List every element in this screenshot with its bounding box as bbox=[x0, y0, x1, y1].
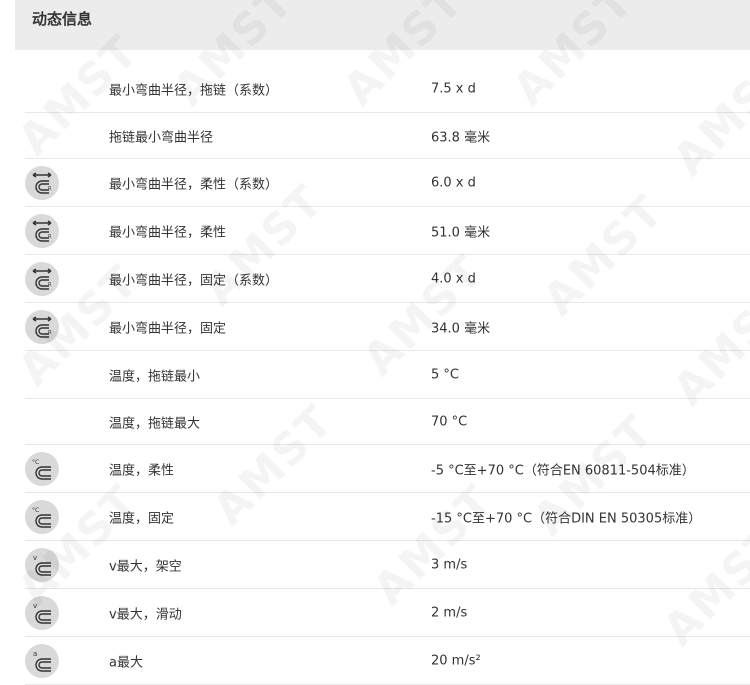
svg-text:°C: °C bbox=[32, 507, 39, 514]
table-row: 拖链最小弯曲半径 63.8 毫米 bbox=[25, 113, 750, 159]
svg-text:v: v bbox=[33, 554, 37, 562]
velocity-cable-icon: v bbox=[25, 595, 59, 630]
svg-text:v: v bbox=[33, 602, 37, 610]
row-label: 最小弯曲半径，柔性（系数） bbox=[109, 177, 279, 192]
table-row: R 最小弯曲半径，柔性（系数） 6.0 x d bbox=[25, 159, 750, 207]
row-label: 温度，拖链最大 bbox=[109, 416, 201, 431]
row-label: 拖链最小弯曲半径 bbox=[109, 130, 214, 145]
row-value: 5 °C bbox=[431, 367, 459, 382]
svg-text:R: R bbox=[48, 330, 52, 336]
row-value: 63.8 毫米 bbox=[431, 130, 491, 145]
row-value: 3 m/s bbox=[431, 557, 468, 572]
bend-radius-icon: R bbox=[25, 213, 59, 248]
row-label: v最大，架空 bbox=[109, 559, 182, 574]
svg-text:R: R bbox=[48, 234, 52, 240]
table-row: 温度，拖链最小 5 °C bbox=[25, 351, 750, 399]
row-value: 34.0 毫米 bbox=[431, 321, 491, 336]
row-value: -15 °C至+70 °C（符合DIN EN 50305标准） bbox=[431, 511, 702, 526]
row-value: 7.5 x d bbox=[431, 81, 476, 96]
row-value: -5 °C至+70 °C（符合EN 60811-504标准） bbox=[431, 463, 695, 478]
row-value: 51.0 毫米 bbox=[431, 225, 491, 240]
svg-text:a: a bbox=[33, 650, 37, 658]
velocity-cable-icon: v bbox=[25, 547, 59, 582]
row-label: 温度，固定 bbox=[109, 511, 175, 526]
row-value: 2 m/s bbox=[431, 605, 468, 620]
table-row: 最小弯曲半径，拖链（系数） 7.5 x d bbox=[25, 65, 750, 113]
svg-text:R: R bbox=[48, 282, 52, 288]
section-title: 动态信息 bbox=[32, 10, 93, 28]
dynamic-info-table: 最小弯曲半径，拖链（系数） 7.5 x d 拖链最小弯曲半径 63.8 毫米 R… bbox=[25, 65, 750, 685]
row-label: 最小弯曲半径，固定（系数） bbox=[109, 273, 279, 288]
table-row: °C 温度，柔性 -5 °C至+70 °C（符合EN 60811-504标准） bbox=[25, 445, 750, 493]
row-label: 最小弯曲半径，拖链（系数） bbox=[109, 83, 279, 98]
row-label: 最小弯曲半径，柔性 bbox=[109, 225, 227, 240]
table-row: °C 温度，固定 -15 °C至+70 °C（符合DIN EN 50305标准） bbox=[25, 493, 750, 541]
row-label: 温度，拖链最小 bbox=[109, 369, 201, 384]
temperature-cable-icon: °C bbox=[25, 499, 59, 534]
row-label: a最大 bbox=[109, 655, 143, 670]
svg-text:°C: °C bbox=[32, 459, 39, 466]
row-value: 70 °C bbox=[431, 414, 468, 429]
table-row: R 最小弯曲半径，固定 34.0 毫米 bbox=[25, 303, 750, 351]
table-row: R 最小弯曲半径，固定（系数） 4.0 x d bbox=[25, 255, 750, 303]
table-row: 温度，拖链最大 70 °C bbox=[25, 399, 750, 445]
bend-radius-icon: R bbox=[25, 261, 59, 296]
table-row: a a最大 20 m/s² bbox=[25, 637, 750, 685]
row-value: 6.0 x d bbox=[431, 175, 476, 190]
row-label: v最大，滑动 bbox=[109, 607, 182, 622]
table-row: R 最小弯曲半径，柔性 51.0 毫米 bbox=[25, 207, 750, 255]
svg-text:R: R bbox=[48, 186, 52, 192]
row-value: 20 m/s² bbox=[431, 653, 481, 668]
row-label: 最小弯曲半径，固定 bbox=[109, 321, 227, 336]
table-row: v v最大，滑动 2 m/s bbox=[25, 589, 750, 637]
temperature-cable-icon: °C bbox=[25, 451, 59, 486]
row-label: 温度，柔性 bbox=[109, 463, 175, 478]
bend-radius-icon: R bbox=[25, 309, 59, 344]
table-row: v v最大，架空 3 m/s bbox=[25, 541, 750, 589]
section-header: 动态信息 bbox=[15, 0, 750, 50]
bend-radius-icon: R bbox=[25, 165, 59, 200]
acceleration-cable-icon: a bbox=[25, 643, 59, 678]
row-value: 4.0 x d bbox=[431, 271, 476, 286]
